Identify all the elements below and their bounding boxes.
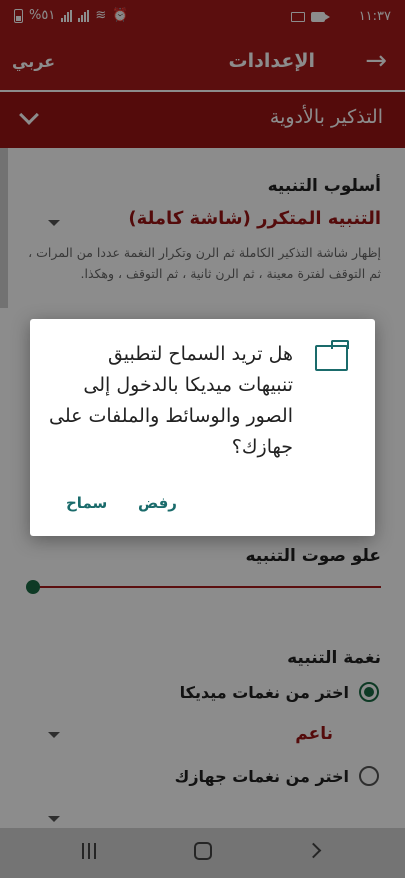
permission-dialog: هل تريد السماح لتطبيق تنبيهات ميديكا بال… [30,319,375,536]
folder-icon [315,340,349,371]
screen: %٥١ ≋ ⏰ ١١:٣٧ → الإعدادات عربي التذكير ب… [0,0,405,878]
dialog-message: هل تريد السماح لتطبيق تنبيهات ميديكا بال… [48,343,293,458]
deny-button[interactable]: رفض [138,494,177,512]
allow-button[interactable]: سماح [66,494,107,512]
